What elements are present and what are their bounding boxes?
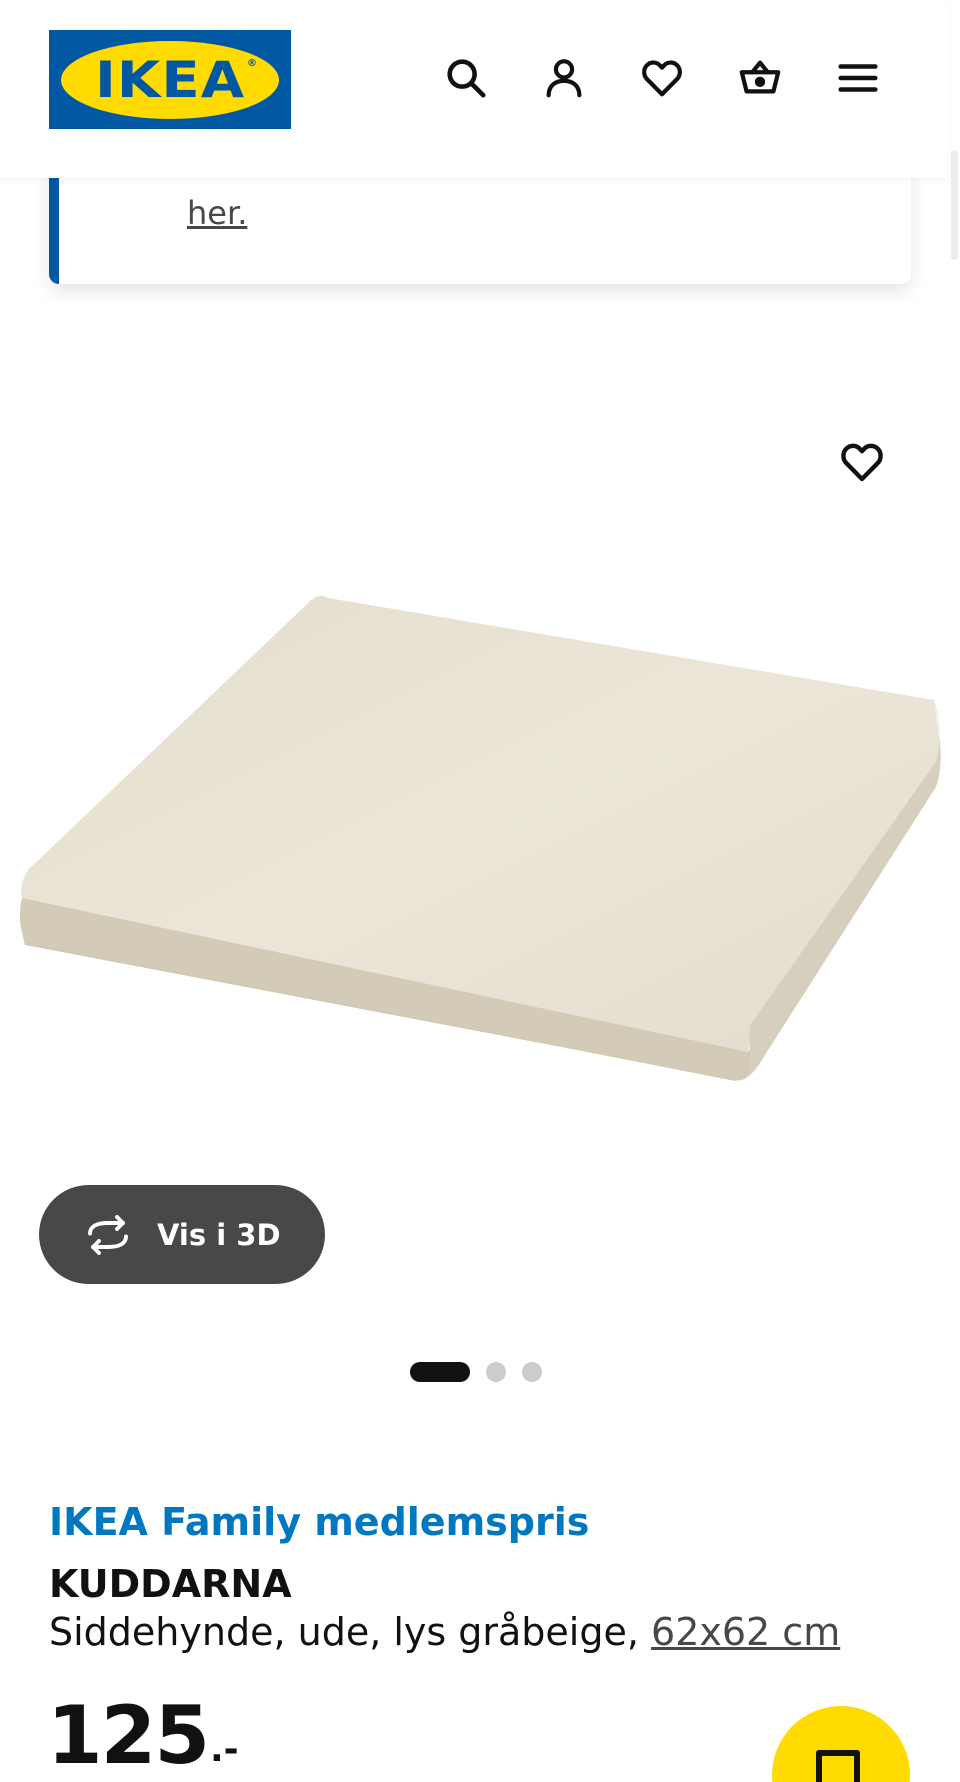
price-suffix: .-	[210, 1729, 239, 1770]
gallery-dot-active[interactable]	[410, 1362, 470, 1382]
product-description: Siddehynde, ude, lys gråbeige, 62x62 cm	[49, 1610, 840, 1654]
bag-icon	[816, 1750, 860, 1782]
view-in-3d-button[interactable]: Vis i 3D	[39, 1185, 325, 1284]
logo-oval: IKEA ®	[61, 40, 279, 119]
family-price-label: IKEA Family medlemspris	[49, 1500, 590, 1544]
notice-link[interactable]: her.	[187, 194, 247, 232]
gallery-dot[interactable]	[522, 1362, 542, 1382]
product-size-link[interactable]: 62x62 cm	[651, 1610, 840, 1654]
product-favorite-icon[interactable]	[833, 433, 891, 491]
gallery-dot[interactable]	[486, 1362, 506, 1382]
product-image[interactable]	[0, 380, 960, 1200]
search-icon[interactable]	[438, 50, 494, 106]
price-integer: 125	[47, 1689, 210, 1782]
gallery-pagination	[410, 1362, 542, 1382]
product-name: KUDDARNA	[49, 1562, 292, 1606]
user-icon[interactable]	[536, 50, 592, 106]
cart-icon[interactable]	[732, 50, 788, 106]
heart-icon[interactable]	[634, 50, 690, 106]
rotate-3d-icon	[88, 1214, 128, 1255]
view-in-3d-label: Vis i 3D	[157, 1217, 281, 1252]
scrollbar[interactable]	[951, 150, 958, 260]
ikea-logo[interactable]: IKEA ®	[49, 30, 291, 129]
product-description-text: Siddehynde, ude, lys gråbeige,	[49, 1610, 652, 1654]
site-header: IKEA ®	[0, 0, 948, 178]
menu-icon[interactable]	[830, 50, 886, 106]
cushion-illustration	[19, 595, 941, 1081]
product-price: 125 .-	[47, 1690, 239, 1782]
add-to-bag-button[interactable]	[772, 1706, 910, 1782]
logo-registered-mark: ®	[247, 57, 257, 69]
logo-text: IKEA	[94, 50, 246, 109]
